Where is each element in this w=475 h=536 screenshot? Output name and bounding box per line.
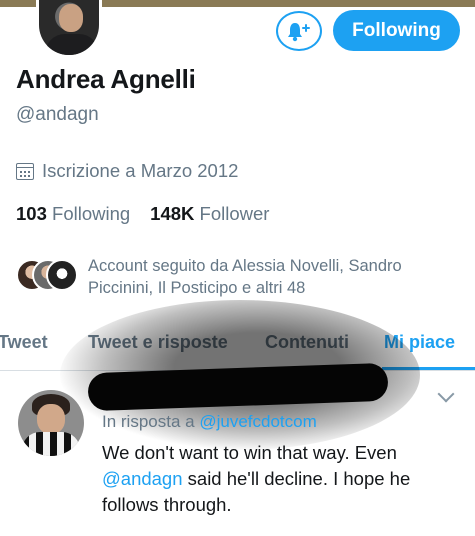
- following-label: Following: [52, 203, 131, 224]
- mutual-avatar: [46, 259, 78, 291]
- profile-stats: 103 Following 148K Follower: [16, 203, 269, 225]
- joined-date: Iscrizione a Marzo 2012: [16, 160, 238, 182]
- reply-prefix: In risposta a: [102, 412, 195, 431]
- tab-tweet-e-risposte[interactable]: Tweet e risposte: [88, 332, 228, 353]
- following-count: 103: [16, 203, 47, 224]
- follower-count: 148K: [150, 203, 195, 224]
- following-stat[interactable]: 103 Following: [16, 203, 130, 225]
- active-tab-indicator: [382, 367, 475, 370]
- tab-tweet[interactable]: Tweet: [0, 332, 48, 353]
- avatar-suit: [45, 34, 99, 55]
- follower-stat[interactable]: 148K Follower: [150, 203, 269, 225]
- follower-label: Follower: [199, 203, 270, 224]
- tweet-text-part1: We don't want to win that way. Even: [102, 442, 397, 463]
- mutual-avatars: [16, 259, 78, 295]
- profile-avatar[interactable]: [36, 0, 102, 58]
- reply-mention-link[interactable]: @juvefcdotcom: [199, 412, 316, 431]
- profile-tabs: Tweet Tweet e risposte Contenuti Mi piac…: [0, 327, 475, 371]
- tab-contenuti[interactable]: Contenuti: [265, 332, 349, 353]
- avatar-face: [59, 4, 83, 32]
- avatar-face: [37, 404, 65, 434]
- tweet-text: We don't want to win that way. Even @and…: [102, 440, 462, 518]
- profile-handle: @andagn: [16, 104, 99, 125]
- tweet-author-avatar[interactable]: [18, 390, 84, 456]
- followed-by-row[interactable]: Account seguito da Alessia Novelli, Sand…: [16, 255, 466, 299]
- followed-by-text: Account seguito da Alessia Novelli, Sand…: [88, 257, 402, 297]
- tweet-mention-link[interactable]: @andagn: [102, 468, 183, 489]
- avatar-shirt: [22, 432, 80, 456]
- notifications-button[interactable]: [276, 11, 322, 51]
- bell-plus-icon: [288, 23, 310, 42]
- following-button[interactable]: Following: [333, 10, 460, 51]
- calendar-icon: [16, 162, 34, 180]
- joined-text: Iscrizione a Marzo 2012: [42, 160, 239, 181]
- chevron-down-icon[interactable]: [437, 385, 455, 403]
- reply-context: In risposta a @juvefcdotcom: [102, 412, 317, 432]
- tab-mi-piace[interactable]: Mi piace: [384, 332, 455, 353]
- profile-name: Andrea Agnelli: [16, 64, 196, 94]
